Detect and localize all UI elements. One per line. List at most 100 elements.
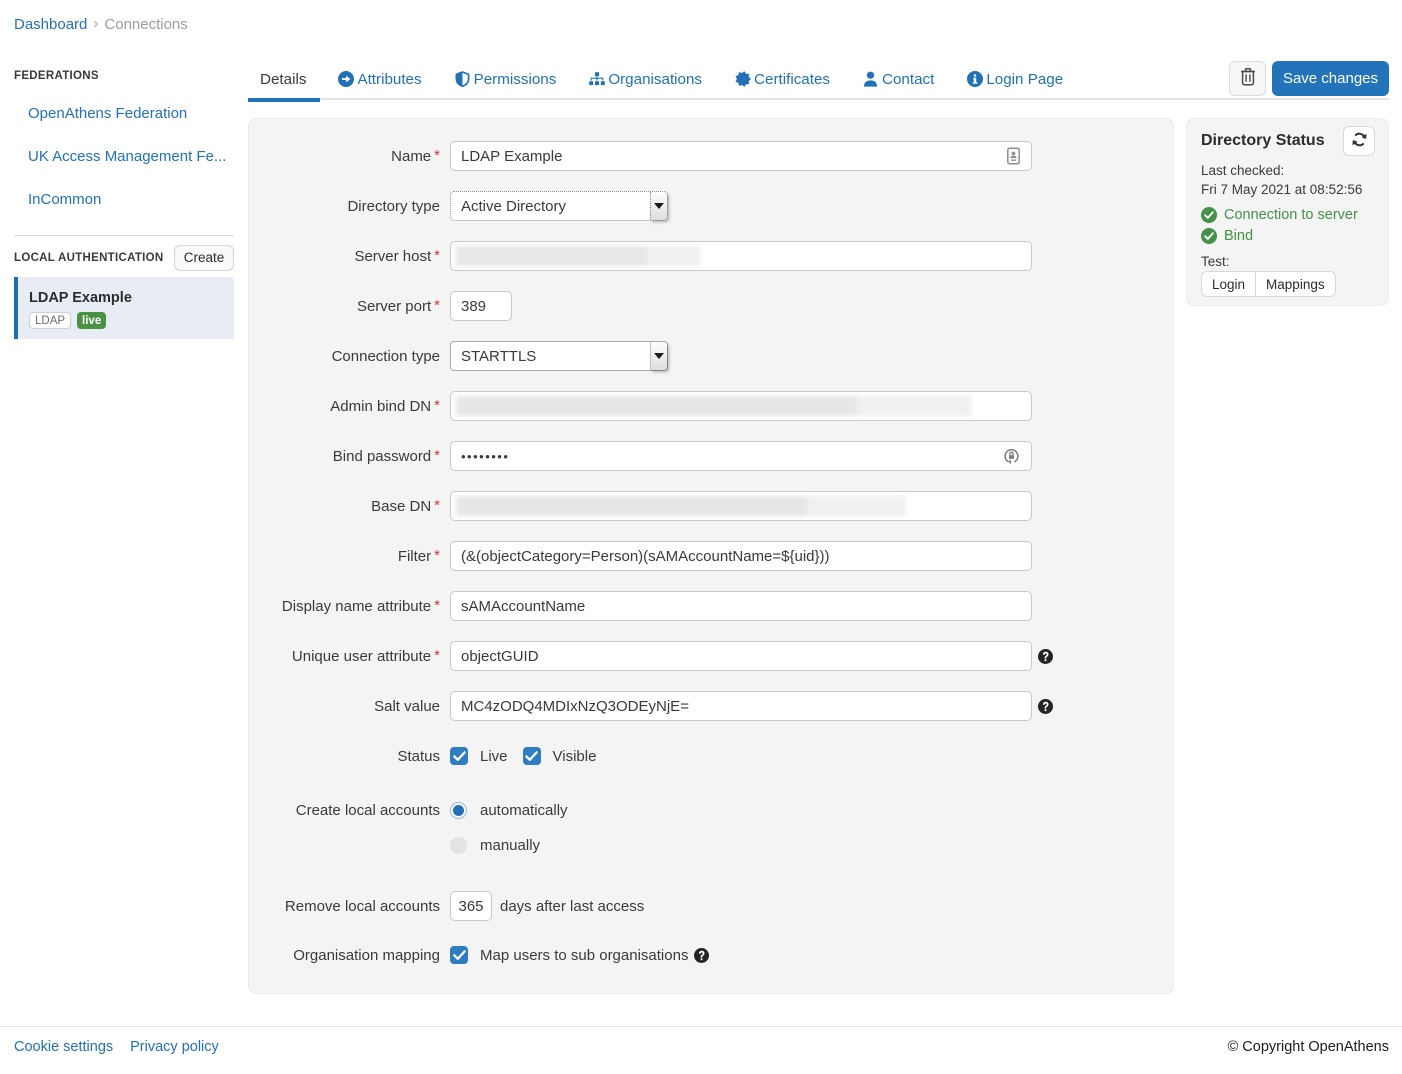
check-icon — [453, 751, 466, 762]
arrow-circle-right-icon — [338, 71, 354, 87]
sidebar-federation-link-0[interactable]: OpenAthens Federation — [28, 106, 234, 121]
select-arrow — [650, 342, 667, 370]
tab-certificates[interactable]: Certificates — [717, 59, 845, 99]
tab-bar: Details Attributes Permissions Organisation… — [248, 60, 1389, 100]
footer-link-cookie-settings[interactable]: Cookie settings — [14, 1039, 113, 1055]
tab-login-page[interactable]: Login Page — [949, 59, 1078, 99]
tab-label: Organisations — [608, 71, 702, 88]
question-circle-icon[interactable] — [694, 948, 709, 963]
field-label: Base DN* — [249, 498, 440, 515]
required-asterisk: * — [434, 497, 440, 514]
sidebar-federation-link-1[interactable]: UK Access Management Fe... — [28, 149, 234, 164]
form-row-base-dn: Base DN* — [249, 491, 1173, 521]
radio-automatically[interactable] — [450, 802, 467, 819]
connection-name: LDAP Example — [29, 291, 224, 306]
status-check-label: Bind — [1224, 228, 1253, 244]
form-row-status: StatusLiveVisible — [249, 747, 1173, 765]
status-check-1: Bind — [1201, 228, 1375, 244]
form-row-directory-type: Directory type Active Directory — [249, 191, 1173, 221]
directory-type-select[interactable]: Active Directory — [450, 191, 668, 221]
field-label: Directory type — [249, 198, 440, 215]
checkbox-map-users[interactable] — [450, 946, 468, 964]
sidebar-divider — [14, 235, 234, 236]
user-icon — [863, 71, 879, 87]
status-check-0: Connection to server — [1201, 207, 1375, 223]
field-label: Filter* — [249, 548, 440, 565]
check-icon — [453, 950, 466, 961]
tab-label: Contact — [882, 71, 934, 88]
required-asterisk: * — [434, 597, 440, 614]
breadcrumb-dashboard-link[interactable]: Dashboard — [14, 16, 87, 33]
radio-manually[interactable] — [450, 837, 467, 854]
check-circle-icon — [1201, 228, 1217, 244]
tab-details[interactable]: Details — [248, 59, 320, 99]
field-label: Bind password* — [249, 448, 440, 465]
local-auth-heading: LOCAL AUTHENTICATION — [14, 252, 164, 264]
tab-organisations[interactable]: Organisations — [571, 59, 717, 99]
sitemap-icon — [589, 71, 605, 87]
required-asterisk: * — [434, 547, 440, 564]
field-label: Server port* — [249, 298, 440, 315]
tab-label: Permissions — [474, 71, 557, 88]
required-asterisk: * — [434, 447, 440, 464]
required-asterisk: * — [434, 247, 440, 264]
check-icon — [525, 751, 538, 762]
required-asterisk: * — [434, 147, 440, 164]
tab-attributes[interactable]: Attributes — [320, 59, 436, 99]
save-changes-button[interactable]: Save changes — [1272, 61, 1389, 96]
checkbox-live[interactable] — [450, 747, 468, 765]
salt-value-input[interactable] — [450, 691, 1032, 721]
field-label: Connection type — [249, 348, 440, 365]
sidebar-federation-link-2[interactable]: InCommon — [28, 192, 234, 207]
shield-icon — [455, 71, 471, 87]
redacted-value — [456, 496, 906, 516]
tab-contact[interactable]: Contact — [845, 59, 949, 99]
form-row-bind-password: Bind password* — [249, 441, 1173, 471]
name-input[interactable] — [450, 141, 1032, 171]
copyright-text: © Copyright OpenAthens — [1228, 1039, 1389, 1055]
redacted-value — [456, 246, 701, 266]
filter-input[interactable] — [450, 541, 1032, 571]
tab-label: Login Page — [986, 71, 1063, 88]
test-mappings-button[interactable]: Mappings — [1255, 271, 1336, 297]
connection-status-badge: live — [77, 312, 106, 329]
form-row-server-port: Server port* — [249, 291, 1173, 321]
field-label: Name* — [249, 148, 440, 165]
sidebar-item-ldap-example[interactable]: LDAP Example LDAP live — [14, 277, 234, 339]
delete-button[interactable] — [1229, 61, 1266, 96]
bind-password-input[interactable] — [450, 441, 1032, 471]
question-circle-icon[interactable] — [1038, 649, 1053, 664]
test-label: Test: — [1201, 253, 1375, 270]
form-row-salt-value: Salt value — [249, 691, 1173, 721]
tab-label: Attributes — [357, 71, 421, 88]
field-label: Admin bind DN* — [249, 398, 440, 415]
radio-label: automatically — [480, 802, 568, 819]
field-label: Organisation mapping — [249, 947, 440, 964]
connection-type-select[interactable]: STARTTLS — [450, 341, 668, 371]
required-asterisk: * — [434, 397, 440, 414]
server-port-input[interactable] — [450, 291, 512, 321]
footer-link-privacy-policy[interactable]: Privacy policy — [130, 1039, 219, 1055]
form-row-filter: Filter* — [249, 541, 1173, 571]
tab-permissions[interactable]: Permissions — [437, 59, 572, 99]
create-button[interactable]: Create — [174, 245, 234, 271]
question-circle-icon[interactable] — [1038, 699, 1053, 714]
checkbox-label: Map users to sub organisations — [480, 947, 688, 964]
last-checked-value: Fri 7 May 2021 at 08:52:56 — [1201, 181, 1375, 198]
footer: Cookie settings Privacy policy © Copyrigh… — [0, 1026, 1402, 1067]
remove-days-input[interactable] — [450, 891, 492, 921]
connection-type-badge: LDAP — [29, 312, 71, 329]
refresh-button[interactable] — [1343, 126, 1375, 156]
display-name-attribute-input[interactable] — [450, 591, 1032, 621]
form-row-admin-bind-dn: Admin bind DN* — [249, 391, 1173, 421]
info-circle-icon — [967, 71, 983, 87]
field-label: Create local accounts — [249, 802, 440, 819]
unique-user-attribute-input[interactable] — [450, 641, 1032, 671]
checkbox-visible[interactable] — [523, 747, 541, 765]
required-asterisk: * — [434, 297, 440, 314]
breadcrumb: Dashboard › Connections — [14, 16, 188, 33]
select-value: Active Directory — [461, 198, 566, 215]
test-login-button[interactable]: Login — [1201, 271, 1256, 297]
field-label: Remove local accounts — [249, 898, 440, 915]
select-arrow — [650, 192, 667, 220]
